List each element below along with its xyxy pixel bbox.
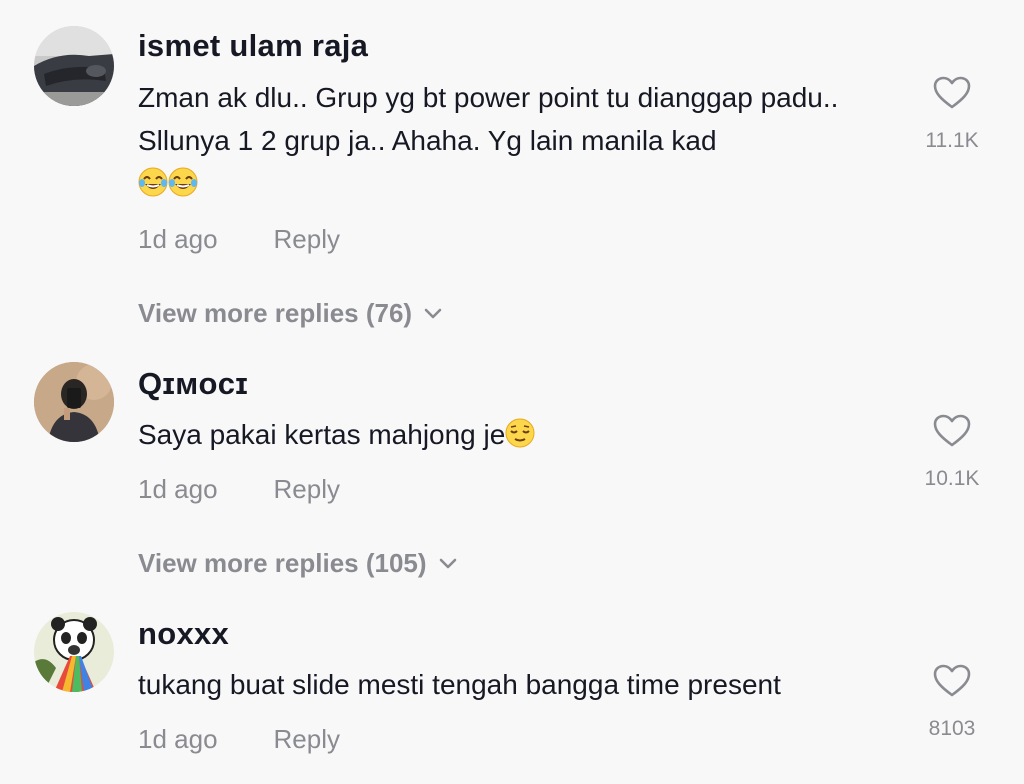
comment-text-content: Saya pakai kertas mahjong je [138, 419, 506, 450]
avatar[interactable] [34, 362, 114, 442]
reply-button[interactable]: Reply [274, 224, 340, 254]
avatar[interactable] [34, 612, 114, 692]
like-count: 10.1K [924, 467, 980, 490]
avatar-image [34, 26, 114, 106]
face-with-tears-of-joy-icon [168, 166, 198, 209]
like-count: 11.1K [925, 129, 979, 152]
view-more-replies-button[interactable]: View more replies (105) [138, 546, 457, 579]
comment-text: Zman ak dlu.. Grup yg bt power point tu … [138, 76, 898, 209]
view-more-replies-label: View more replies (105) [138, 548, 427, 578]
comment-text: Saya pakai kertas mahjong je [138, 413, 898, 460]
view-more-replies-label: View more replies (76) [138, 298, 413, 328]
avatar-image [34, 612, 114, 692]
comment-meta: 1d ago Reply [138, 474, 340, 505]
reply-button[interactable]: Reply [274, 474, 340, 504]
view-more-replies-button[interactable]: View more replies (76) [138, 296, 442, 329]
like-control: 11.1K [907, 76, 997, 153]
chevron-down-icon [424, 296, 442, 327]
heart-outline-icon[interactable] [907, 414, 997, 453]
avatar[interactable] [34, 26, 114, 106]
comment-time: 1d ago [138, 474, 218, 504]
comment-meta: 1d ago Reply [138, 724, 340, 755]
heart-outline-icon[interactable] [907, 664, 997, 703]
comment-username[interactable]: Qɪᴍᴏᴄɪ [138, 366, 248, 402]
comment-username[interactable]: noxxx [138, 616, 229, 652]
relieved-face-icon [505, 417, 535, 460]
comment-meta: 1d ago Reply [138, 224, 340, 255]
like-count: 8103 [928, 717, 976, 740]
comment-text: tukang buat slide mesti tengah bangga ti… [138, 669, 781, 700]
like-control: 10.1K [907, 414, 997, 491]
comment-username[interactable]: ismet ulam raja [138, 28, 368, 64]
avatar-image [34, 362, 114, 442]
comment-text-content: Zman ak dlu.. Grup yg bt power point tu … [138, 82, 839, 156]
reply-button[interactable]: Reply [274, 724, 340, 754]
heart-outline-icon[interactable] [907, 76, 997, 115]
chevron-down-icon [439, 546, 457, 577]
like-control: 8103 [907, 664, 997, 741]
comment-time: 1d ago [138, 224, 218, 254]
face-with-tears-of-joy-icon [138, 166, 168, 209]
comment-time: 1d ago [138, 724, 218, 754]
